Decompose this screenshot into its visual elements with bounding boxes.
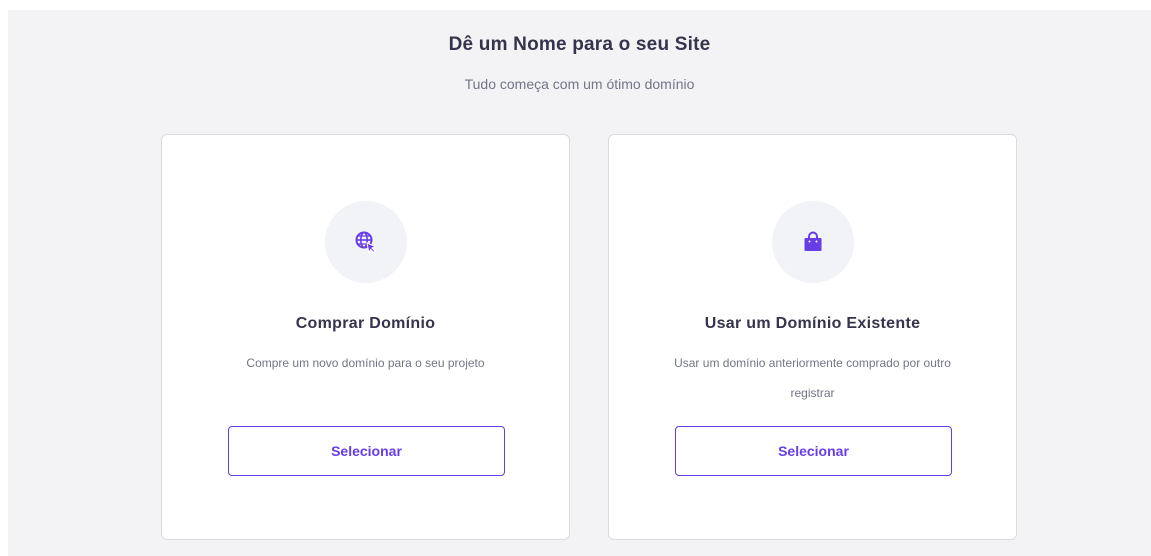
page-subtitle: Tudo começa com um ótimo domínio (464, 76, 695, 92)
existing-domain-description: Usar um domínio anteriormente comprado p… (674, 356, 951, 400)
existing-domain-card[interactable]: Usar um Domínio Existente Usar um domíni… (608, 134, 1017, 540)
existing-domain-select-button[interactable]: Selecionar (675, 426, 952, 476)
buy-domain-title: Comprar Domínio (295, 315, 436, 332)
buy-domain-description: Compre um novo domínio para o seu projet… (246, 356, 485, 370)
existing-domain-title: Usar um Domínio Existente (704, 315, 921, 332)
domain-setup-panel: Dê um Nome para o seu Site Tudo começa c… (8, 10, 1151, 556)
globe-cursor-icon (325, 201, 407, 283)
page-title: Dê um Nome para o seu Site (448, 34, 711, 55)
shopping-bag-icon (772, 201, 854, 283)
buy-domain-select-button[interactable]: Selecionar (228, 426, 505, 476)
buy-domain-card[interactable]: Comprar Domínio Compre um novo domínio p… (161, 134, 570, 540)
